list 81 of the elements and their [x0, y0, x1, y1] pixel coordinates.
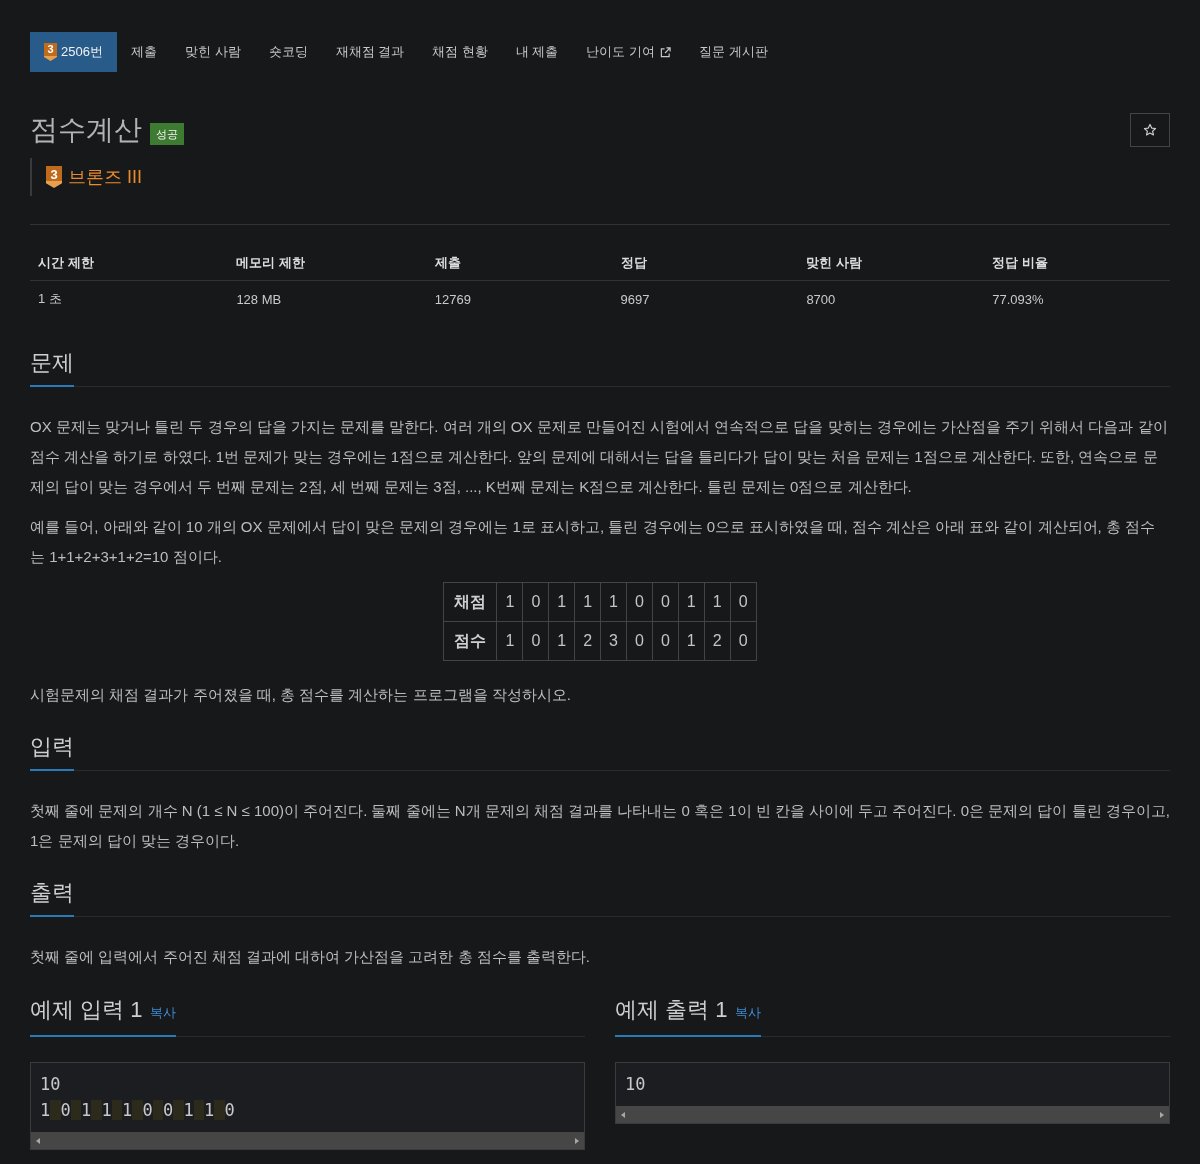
table-cell: 12769 [426, 280, 613, 317]
table-cell: 0 [626, 621, 653, 661]
horizontal-scrollbar[interactable] [616, 1106, 1169, 1123]
nav-tab[interactable]: 채점 현황 [418, 32, 502, 72]
copy-link[interactable]: 복사 [150, 998, 177, 1028]
tab-label: 채점 현황 [432, 43, 488, 61]
external-link-icon [660, 46, 672, 58]
column-header: 제출 [426, 245, 613, 281]
bookmark-button[interactable] [1130, 113, 1170, 147]
scroll-right-icon[interactable] [1160, 1111, 1164, 1118]
tab-label: 질문 게시판 [699, 43, 768, 61]
table-cell: 0 [522, 621, 549, 661]
table-cell: 77.093% [984, 280, 1170, 317]
table-cell: 0 [626, 582, 653, 622]
row-header: 점수 [443, 621, 497, 661]
column-header: 정답 [612, 245, 799, 281]
tab-label: 2506번 [61, 43, 103, 61]
nav-tab[interactable]: 난이도 기여 [572, 32, 686, 72]
table-cell: 1 [496, 621, 523, 661]
tier-badge: 3 [46, 166, 62, 188]
table-cell: 9697 [612, 280, 799, 317]
nav-tab[interactable]: 3 2506번 [30, 32, 117, 72]
nav-tab[interactable]: 제출 [116, 32, 171, 72]
sample-title: 예제 입력 1 [30, 996, 143, 1024]
section-title: 입력 [30, 732, 74, 771]
column-header: 맞힌 사람 [798, 245, 985, 281]
table-cell: 1 [678, 621, 705, 661]
paragraph: 예를 들어, 아래와 같이 10 개의 OX 문제에서 답이 맞은 문제의 경우에는 1로 표시하고, 틀린 경우에는 0으로 표시하였을 때, 점수 계산은 아래 표와 같이 계산되어, 총 점수는 1+1+2+3+1+2=10 점이다. [30, 517, 1157, 567]
table-cell: 1 [574, 582, 601, 622]
tab-label: 내 제출 [515, 43, 559, 61]
scroll-right-icon[interactable] [575, 1137, 579, 1144]
nav-tab[interactable]: 숏코딩 [254, 32, 322, 72]
table-cell: 1 [678, 582, 705, 622]
tab-label: 숏코딩 [268, 43, 308, 61]
tier-name[interactable]: 브론즈 III [68, 166, 142, 188]
sample-title: 예제 출력 1 [615, 996, 728, 1024]
tab-label: 제출 [130, 43, 157, 61]
problem-title: 점수계산 [30, 113, 142, 147]
code-line: 10 [625, 1073, 647, 1096]
table-cell: 1 [548, 621, 575, 661]
nav-tab[interactable]: 질문 게시판 [685, 32, 782, 72]
table-cell: 0 [730, 582, 757, 622]
code-line: 1 0 1 1 1 0 0 1 1 0 [40, 1099, 236, 1122]
row-header: 채점 [443, 582, 497, 622]
column-header: 시간 제한 [30, 245, 229, 281]
table-cell: 1 [600, 582, 627, 622]
table-cell: 3 [600, 621, 627, 661]
table-cell: 2 [704, 621, 731, 661]
scroll-left-icon[interactable] [36, 1137, 40, 1144]
copy-link[interactable]: 복사 [735, 998, 762, 1028]
horizontal-scrollbar[interactable] [31, 1132, 584, 1149]
paragraph: 첫째 줄에 입력에서 주어진 채점 결과에 대하여 가산점을 고려한 총 점수를 출력한다. [30, 947, 591, 967]
table-cell: 128 MB [228, 280, 427, 317]
scroll-left-icon[interactable] [621, 1111, 625, 1118]
star-icon [1143, 123, 1157, 137]
tab-label: 난이도 기여 [586, 43, 656, 61]
tier-badge: 3 [44, 43, 57, 61]
table-cell: 1 [548, 582, 575, 622]
paragraph: 시험문제의 채점 결과가 주어졌을 때, 총 점수를 계산하는 프로그램을 작성하시오. [30, 685, 572, 705]
section-title: 문제 [30, 348, 74, 387]
table-cell: 0 [730, 621, 757, 661]
table-cell: 0 [522, 582, 549, 622]
table-cell: 1 [496, 582, 523, 622]
table-cell: 1 초 [30, 280, 229, 317]
table-cell: 8700 [798, 280, 985, 317]
paragraph: OX 문제는 맞거나 틀린 두 경우의 답을 가지는 문제를 말한다. 여러 개의 OX 문제로 만들어진 시험에서 연속적으로 답을 맞히는 경우에는 가산점을 주기 위해서 다음과 같이 점수 계산을 하기로 하였다. 1번 문제가 맞는 경우에는 1점으로 계산한다. 앞의 문제에 대해서는 답을 틀리다가 답이 맞는 처음 문제는 1점으로 계산한다. 또한, 연속으로 문제의 답이 맞는 경우에서 두 번째 문제는 2점, 세 번째 문제는 3점, ..., K번째 문제는 K점으로 계산한다. 틀린 문제는 0점으로 계산한다. [30, 417, 1169, 497]
table-cell: 2 [574, 621, 601, 661]
table-cell: 0 [652, 621, 679, 661]
nav-tab[interactable]: 내 제출 [501, 32, 573, 72]
column-header: 정답 비율 [984, 245, 1170, 281]
code-line: 10 [40, 1073, 62, 1096]
table-cell: 0 [652, 582, 679, 622]
nav-tab[interactable]: 재채점 결과 [321, 32, 419, 72]
paragraph: 첫째 줄에 문제의 개수 N (1 ≤ N ≤ 100)이 주어진다. 둘째 줄에는 N개 문제의 채점 결과를 나타내는 0 혹은 1이 빈 칸을 사이에 두고 주어진다. 0은 문제의 답이 틀린 경우이고, 1은 문제의 답이 맞는 경우이다. [30, 801, 1170, 851]
section-title: 출력 [30, 878, 74, 917]
table-cell: 1 [704, 582, 731, 622]
result-badge: 성공 [150, 122, 184, 145]
tab-label: 재채점 결과 [335, 43, 405, 61]
column-header: 메모리 제한 [228, 245, 427, 281]
nav-tab[interactable]: 맞힌 사람 [170, 32, 255, 72]
tab-label: 맞힌 사람 [184, 43, 241, 61]
